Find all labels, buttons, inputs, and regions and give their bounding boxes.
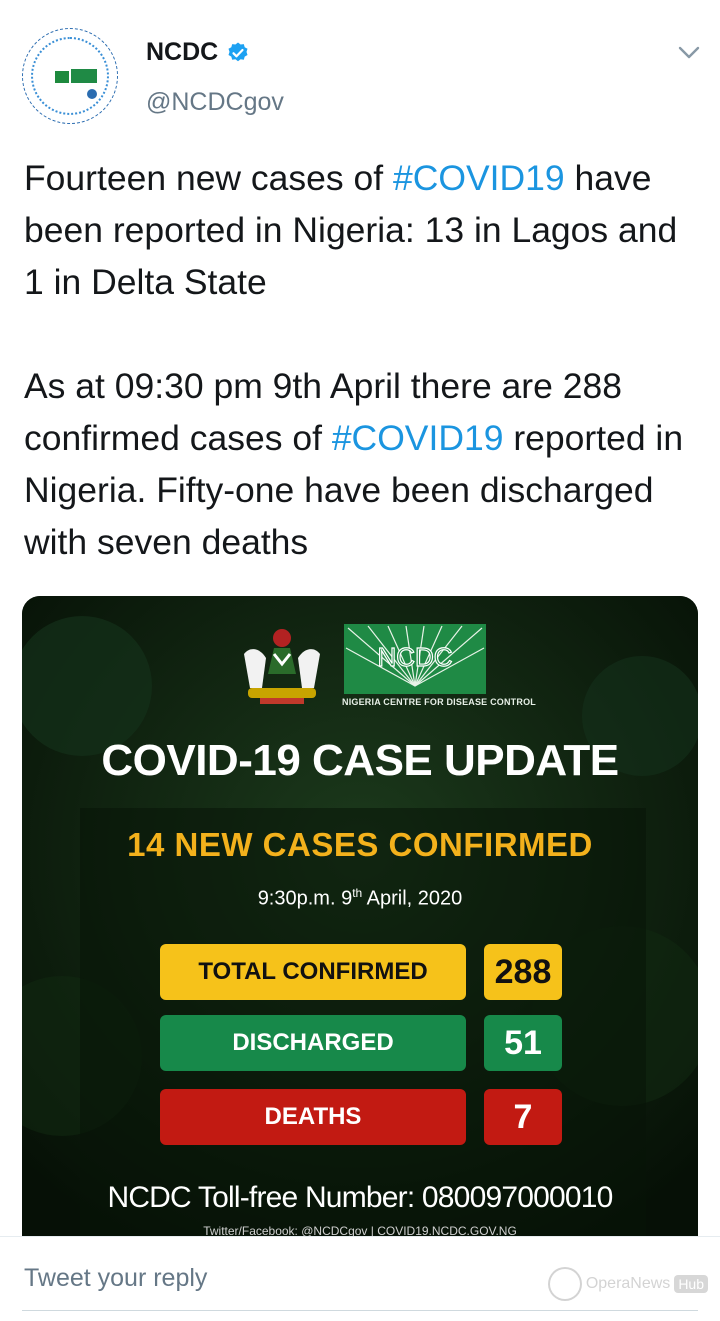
avatar[interactable]: [22, 28, 118, 124]
chevron-down-icon[interactable]: [676, 42, 702, 62]
author-row: NCDC: [146, 38, 250, 67]
avatar-flag: [55, 71, 69, 83]
case-update-headline: COVID-19 CASE UPDATE: [101, 736, 619, 785]
verified-badge-icon: [228, 42, 248, 61]
social-handles: Twitter/Facebook: @NCDCgov | COVID19.NCD…: [203, 1224, 517, 1236]
ncdc-logo-text: NCDC: [377, 642, 452, 672]
watermark-badge: Hub: [674, 1275, 708, 1293]
reply-divider: [22, 1310, 698, 1311]
reply-input[interactable]: Tweet your reply: [24, 1264, 207, 1293]
deaths-value: 7: [484, 1089, 562, 1145]
update-timestamp: 9:30p.m. 9th April, 2020: [22, 886, 698, 911]
watermark: OperaNews Hub: [548, 1264, 708, 1304]
timestamp-suffix: th: [352, 886, 363, 900]
crest-icon: [244, 629, 320, 704]
timestamp-text: April, 2020: [362, 887, 463, 910]
tweet-media-image[interactable]: NCDC NIGERIA CENTRE FOR DISEASE CONTROL …: [22, 596, 698, 1236]
tweet-text-segment: Fourteen new cases of: [24, 158, 394, 198]
author-handle[interactable]: @NCDCgov: [146, 88, 284, 117]
total-confirmed-value: 288: [484, 944, 562, 1000]
author-name[interactable]: NCDC: [146, 38, 218, 67]
hashtag-link[interactable]: #COVID19: [393, 158, 565, 198]
avatar-logo: [71, 69, 97, 83]
tweet-paragraph-2: As at 09:30 pm 9th April there are 288 c…: [24, 360, 704, 568]
tweet-header: NCDC @NCDCgov: [0, 0, 720, 140]
timestamp-text: 9:30p.m. 9: [257, 887, 353, 910]
watermark-text: OperaNews: [585, 1275, 671, 1292]
avatar-ring: [31, 37, 109, 115]
ncdc-logo-subtitle: NIGERIA CENTRE FOR DISEASE CONTROL: [342, 697, 536, 707]
tweet-paragraph-1: Fourteen new cases of #COVID19 have been…: [24, 152, 704, 308]
new-cases-headline: 14 NEW CASES CONFIRMED: [127, 826, 593, 863]
hashtag-link[interactable]: #COVID19: [332, 418, 504, 458]
discharged-value: 51: [484, 1015, 562, 1071]
tweet-text: Fourteen new cases of #COVID19 have been…: [24, 152, 704, 568]
discharged-label: DISCHARGED: [160, 1015, 466, 1071]
ncdc-logo-icon: NCDC: [344, 624, 486, 694]
deaths-label: DEATHS: [160, 1089, 466, 1145]
avatar-messenger-icon: [87, 89, 97, 99]
total-confirmed-label: TOTAL CONFIRMED: [160, 944, 466, 1000]
opera-news-icon: [548, 1267, 582, 1301]
tollfree-number: NCDC Toll-free Number: 080097000010: [107, 1181, 613, 1214]
